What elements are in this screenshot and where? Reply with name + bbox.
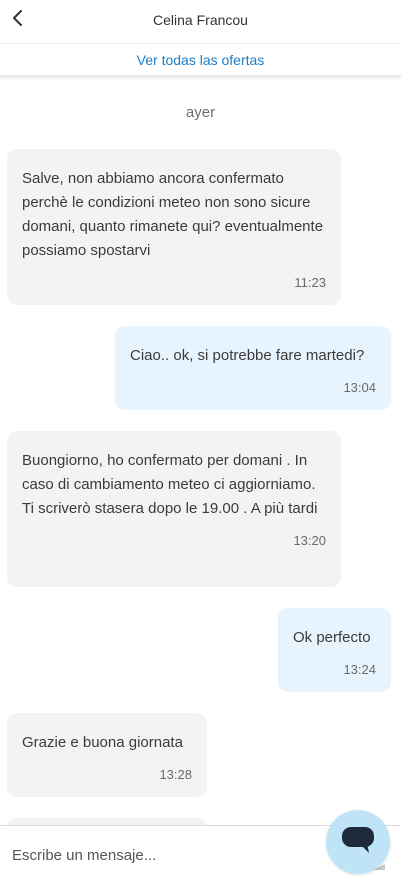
chat-bubble-icon — [341, 825, 375, 860]
message-bubble-outgoing: Ciao.. ok, si potrebbe fare martedi? 13:… — [115, 326, 391, 410]
message-text: Salve, non abbiamo ancora confermato per… — [22, 170, 324, 259]
message-bubble-incoming: Salve, non abbiamo ancora confermato per… — [7, 149, 341, 305]
message-time: 13:20 — [293, 533, 326, 548]
message-text: Buongiorno, ho confermato per domani . I… — [22, 452, 318, 517]
message-input[interactable] — [12, 844, 312, 866]
chat-support-button[interactable] — [326, 810, 390, 874]
message-time: 13:24 — [343, 662, 376, 677]
message-text: Grazie e buona giornata — [22, 734, 183, 751]
message-bubble-incoming: Buongiorno, ho confermato per domani . I… — [7, 431, 341, 587]
message-bubble-outgoing: Ok perfecto 13:24 — [278, 608, 391, 692]
message-time: 13:28 — [159, 767, 192, 782]
contact-name: Celina Francou — [153, 12, 248, 28]
offers-bar: Ver todas las ofertas — [0, 44, 401, 76]
message-text: Ok perfecto — [293, 629, 371, 646]
message-list[interactable]: ayer Salve, non abbiamo ancora confermat… — [0, 76, 401, 825]
chat-screen: Celina Francou Ver todas las ofertas aye… — [0, 0, 401, 881]
view-all-offers-link[interactable]: Ver todas las ofertas — [137, 52, 265, 68]
message-time: 11:23 — [294, 275, 326, 290]
message-time: 13:04 — [343, 380, 376, 395]
message-bubble-incoming: Grazie e buona giornata 13:28 — [7, 713, 207, 797]
header: Celina Francou — [0, 0, 401, 44]
message-bubble-partial — [7, 818, 207, 825]
message-text: Ciao.. ok, si potrebbe fare martedi? — [130, 347, 365, 364]
day-separator: ayer — [185, 104, 216, 121]
